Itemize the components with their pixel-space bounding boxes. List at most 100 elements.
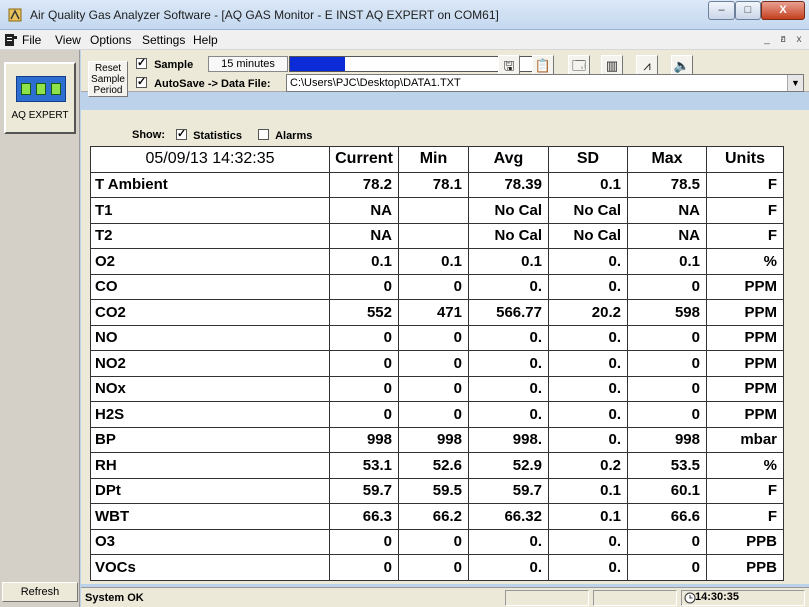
cell-avg: 566.77 xyxy=(468,299,549,326)
cell-name: NO xyxy=(90,324,330,351)
cell-avg: 66.32 xyxy=(468,503,549,530)
table-row: CO 0 0 0. 0. 0 PPM xyxy=(90,273,784,300)
mdi-close-button[interactable]: x xyxy=(792,33,806,47)
show-options: Show: Statistics Alarms xyxy=(81,127,809,144)
mdi-minimize-button[interactable]: _ xyxy=(760,33,774,47)
cell-max: 78.5 xyxy=(627,171,707,198)
cell-avg: 0. xyxy=(468,324,549,351)
save-icon[interactable]: 🖫 xyxy=(498,55,520,76)
table-row: CO2 552 471 566.77 20.2 598 PPM xyxy=(90,299,784,326)
cell-units: % xyxy=(706,248,784,275)
clipboard-icon[interactable]: 📋 xyxy=(532,55,554,76)
cell-current: NA xyxy=(329,222,399,249)
cell-current: 0 xyxy=(329,401,399,428)
cell-avg: 78.39 xyxy=(468,171,549,198)
cell-current: 53.1 xyxy=(329,452,399,479)
title-bar: Air Quality Gas Analyzer Software - [AQ … xyxy=(0,0,809,30)
alarms-option: Alarms xyxy=(258,129,312,142)
refresh-button[interactable]: Refresh xyxy=(2,582,78,602)
cell-units: PPM xyxy=(706,299,784,326)
cell-name: O2 xyxy=(90,248,330,275)
cell-max: 0.1 xyxy=(627,248,707,275)
speaker-icon[interactable]: 🔈 xyxy=(671,55,693,76)
mdi-document-icon[interactable] xyxy=(4,33,18,47)
cell-avg: No Cal xyxy=(468,197,549,224)
header-current: Current xyxy=(329,146,399,173)
sample-label: Sample xyxy=(154,59,194,71)
cell-units: PPB xyxy=(706,528,784,555)
statistics-checkbox[interactable] xyxy=(176,127,187,140)
menu-settings[interactable]: Settings xyxy=(142,33,185,47)
bar-chart-icon[interactable]: ▥ xyxy=(601,55,623,76)
menu-help[interactable]: Help xyxy=(193,33,218,47)
cell-units: % xyxy=(706,452,784,479)
cell-current: 998 xyxy=(329,426,399,453)
chevron-down-icon[interactable]: ▼ xyxy=(787,75,803,91)
header-avg: Avg xyxy=(468,146,549,173)
status-panel-2 xyxy=(593,590,677,606)
cell-max: NA xyxy=(627,197,707,224)
cell-max: 0 xyxy=(627,554,707,581)
cell-min: 66.2 xyxy=(398,503,469,530)
reset-sample-period-button[interactable]: Reset Sample Period xyxy=(88,61,128,97)
cell-max: 0 xyxy=(627,273,707,300)
cell-max: 998 xyxy=(627,426,707,453)
cell-sd: 0. xyxy=(548,426,628,453)
cell-avg: 0. xyxy=(468,554,549,581)
cell-name: H2S xyxy=(90,401,330,428)
menu-view[interactable]: View xyxy=(55,33,81,47)
statistics-option: Statistics xyxy=(176,127,242,142)
cell-sd: 0.1 xyxy=(548,171,628,198)
sample-period-field[interactable]: 15 minutes xyxy=(208,56,288,72)
cell-min: 0 xyxy=(398,324,469,351)
properties-icon[interactable]: 🗔 xyxy=(568,55,590,76)
toolbar: Reset Sample Period Sample 15 minutes Au… xyxy=(81,50,809,97)
autosave-checkbox[interactable] xyxy=(136,75,147,88)
table-row: WBT 66.3 66.2 66.32 0.1 66.6 F xyxy=(90,503,784,530)
reset-label-3: Period xyxy=(93,85,123,96)
line-chart-icon[interactable]: ⩘ xyxy=(636,55,658,76)
menu-file[interactable]: File xyxy=(22,33,41,47)
menu-options[interactable]: Options xyxy=(90,33,131,47)
cell-min: 0 xyxy=(398,401,469,428)
cell-current: 0 xyxy=(329,350,399,377)
cell-avg: No Cal xyxy=(468,222,549,249)
table-row: NO 0 0 0. 0. 0 PPM xyxy=(90,324,784,351)
table-row: T1 NA No Cal No Cal NA F xyxy=(90,197,784,224)
cell-name: T2 xyxy=(90,222,330,249)
data-file-select[interactable]: C:\Users\PJC\Desktop\DATA1.TXT ▼ xyxy=(286,74,804,92)
cell-sd: 0. xyxy=(548,375,628,402)
cell-units: mbar xyxy=(706,426,784,453)
device-label: AQ EXPERT xyxy=(11,110,69,121)
table-row: O2 0.1 0.1 0.1 0. 0.1% xyxy=(90,248,784,275)
cell-units: F xyxy=(706,503,784,530)
table-row: BP 998 998 998. 0. 998 mbar xyxy=(90,426,784,453)
cell-name: CO xyxy=(90,273,330,300)
cell-sd: No Cal xyxy=(548,222,628,249)
statistics-label: Statistics xyxy=(193,130,242,142)
close-button[interactable]: X xyxy=(761,1,805,20)
progress-fill xyxy=(290,57,345,71)
sample-checkbox[interactable] xyxy=(136,56,147,69)
device-button-aq-expert[interactable]: AQ EXPERT xyxy=(4,62,76,134)
cell-max: 0 xyxy=(627,350,707,377)
app-icon xyxy=(8,8,22,22)
cell-max: 0 xyxy=(627,528,707,555)
maximize-button[interactable]: □ xyxy=(735,1,761,20)
minimize-button[interactable]: – xyxy=(708,1,735,20)
reset-label-1: Reset xyxy=(94,63,122,74)
cell-name: NOx xyxy=(90,375,330,402)
table-row: H2S 0 0 0. 0. 0 PPM xyxy=(90,401,784,428)
mdi-restore-button[interactable]: ฮ xyxy=(776,33,790,47)
main-panel: Show: Statistics Alarms 05/09/13 14:32:3… xyxy=(81,110,809,584)
alarms-checkbox[interactable] xyxy=(258,129,269,140)
cell-avg: 0. xyxy=(468,375,549,402)
cell-max: 0 xyxy=(627,375,707,402)
status-clock: 14:30:35 xyxy=(695,591,740,603)
cell-avg: 0.1 xyxy=(468,248,549,275)
cell-current: 0 xyxy=(329,375,399,402)
cell-max: 60.1 xyxy=(627,477,707,504)
cell-min xyxy=(398,197,469,224)
data-file-path: C:\Users\PJC\Desktop\DATA1.TXT xyxy=(290,77,461,89)
cell-min: 0 xyxy=(398,528,469,555)
